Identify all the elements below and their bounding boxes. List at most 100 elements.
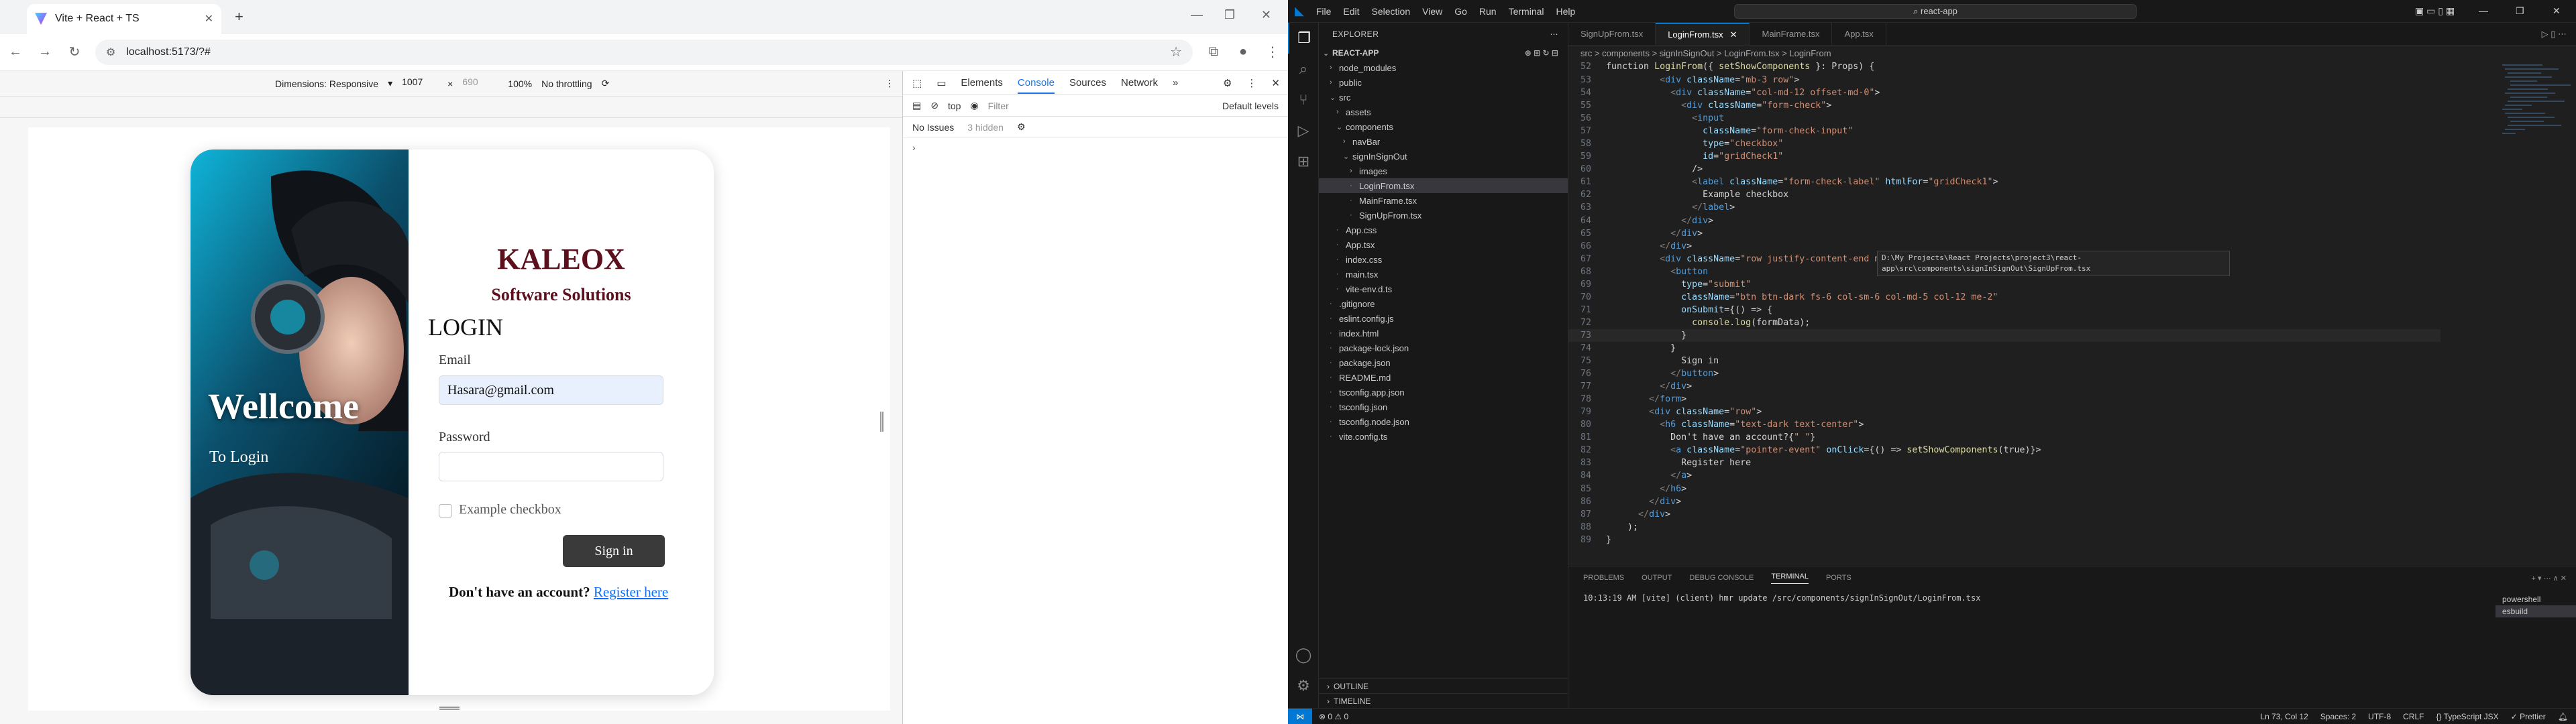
tree-item[interactable]: · package.json [1319, 355, 1568, 370]
context-dropdown[interactable]: top [948, 101, 961, 111]
tree-item[interactable]: › node_modules [1319, 60, 1568, 75]
tree-item[interactable]: · index.html [1319, 326, 1568, 341]
tree-item[interactable]: › public [1319, 75, 1568, 90]
tab-problems[interactable]: PROBLEMS [1583, 574, 1624, 582]
timeline-section[interactable]: › TIMELINE [1319, 693, 1568, 708]
editor-tab-mainframe[interactable]: MainFrame.tsx [1750, 23, 1833, 45]
email-field[interactable] [439, 375, 663, 405]
sidebar-toggle-icon[interactable]: ▤ [912, 100, 921, 111]
tree-item[interactable]: · eslint.config.js [1319, 311, 1568, 326]
tree-item[interactable]: ⌄ signInSignOut [1319, 149, 1568, 164]
example-checkbox[interactable] [439, 504, 452, 518]
sign-in-button[interactable]: Sign in [563, 535, 665, 567]
editor-tab-app[interactable]: App.tsx [1832, 23, 1886, 45]
indentation-status[interactable]: Spaces: 2 [2320, 712, 2356, 721]
minimize-icon[interactable]: — [2479, 5, 2488, 16]
tree-item[interactable]: · App.css [1319, 223, 1568, 237]
filter-input[interactable]: Filter [988, 101, 1009, 111]
tab-debug-console[interactable]: DEBUG CONSOLE [1689, 574, 1754, 582]
close-tab-icon[interactable]: ✕ [1730, 29, 1737, 40]
tab-console[interactable]: Console [1017, 77, 1055, 94]
settings-gear-icon[interactable]: ⚙ [1223, 77, 1232, 89]
menu-run[interactable]: Run [1479, 6, 1497, 17]
tree-item[interactable]: › images [1319, 164, 1568, 178]
layout-icons[interactable]: ▣ ▭ ▯ ▦ [2415, 5, 2455, 17]
tab-output[interactable]: OUTPUT [1642, 574, 1672, 582]
tree-item[interactable]: · tsconfig.app.json [1319, 385, 1568, 400]
panel-actions-icons[interactable]: + ▾ ⋯ ∧ ✕ [2532, 574, 2567, 583]
run-debug-icon[interactable]: ▷ [1288, 115, 1319, 146]
outline-section[interactable]: › OUTLINE [1319, 678, 1568, 693]
tree-item[interactable]: · .gitignore [1319, 296, 1568, 311]
source-control-icon[interactable]: ⑂ [1288, 84, 1319, 115]
more-tabs-icon[interactable]: » [1173, 77, 1178, 88]
device-toggle-icon[interactable]: ▭ [936, 77, 946, 89]
editor-tab-loginfrom[interactable]: LoginFrom.tsx ✕ [1656, 23, 1750, 45]
tree-item[interactable]: · App.tsx [1319, 237, 1568, 252]
levels-dropdown[interactable]: Default levels [1222, 101, 1279, 111]
register-link[interactable]: Register here [594, 584, 668, 600]
inspect-icon[interactable]: ⬚ [912, 77, 922, 89]
minimize-icon[interactable]: — [1191, 8, 1203, 22]
viewport-width-input[interactable]: 1007 [402, 76, 438, 91]
code-editor[interactable]: 53 <div className="mb-3 row"> 54 <div cla… [1568, 74, 2440, 578]
tree-item[interactable]: · vite.config.ts [1319, 429, 1568, 444]
workspace-root[interactable]: ⌄ REACT-APP ⊕ ⊞ ↻ ⊟ [1319, 46, 1568, 60]
close-window-icon[interactable]: ✕ [1261, 8, 1271, 22]
password-field[interactable] [439, 452, 663, 481]
restore-icon[interactable]: ❐ [2516, 5, 2524, 17]
explorer-icon[interactable]: ❐ [1288, 23, 1319, 54]
tree-item[interactable]: · index.css [1319, 252, 1568, 267]
tab-elements[interactable]: Elements [961, 77, 1003, 88]
terminal-item-powershell[interactable]: powershell [2496, 593, 2576, 605]
tree-item[interactable]: · README.md [1319, 370, 1568, 385]
cursor-position[interactable]: Ln 73, Col 12 [2260, 712, 2308, 721]
menu-edit[interactable]: Edit [1343, 6, 1359, 17]
tree-item[interactable]: ⌄ components [1319, 119, 1568, 134]
resize-handle-bottom[interactable] [439, 707, 460, 710]
device-more-icon[interactable]: ⋮ [885, 78, 894, 89]
throttle-dropdown[interactable]: No throttling [541, 78, 592, 89]
tab-network[interactable]: Network [1121, 77, 1158, 88]
menu-file[interactable]: File [1316, 6, 1332, 17]
terminal-output[interactable]: 10:13:19 AM [vite] (client) hmr update /… [1583, 593, 1980, 603]
zoom-dropdown[interactable]: 100% [508, 78, 532, 89]
resize-handle-right[interactable] [880, 412, 883, 432]
clear-console-icon[interactable]: ⊘ [930, 100, 938, 111]
console-prompt-icon[interactable]: › [903, 138, 1288, 157]
editor-actions-icons[interactable]: ▷ ▯ ⋯ [2542, 23, 2576, 45]
menu-terminal[interactable]: Terminal [1509, 6, 1544, 17]
forward-icon[interactable]: → [36, 44, 54, 60]
terminal-item-esbuild[interactable]: esbuild [2496, 605, 2576, 617]
tree-item[interactable]: · MainFrame.tsx [1319, 193, 1568, 208]
manage-gear-icon[interactable]: ⚙ [1288, 670, 1319, 701]
omnibox[interactable]: ⚙ localhost:5173/?# ☆ [95, 39, 1193, 65]
problems-status[interactable]: ⊗ 0 ⚠ 0 [1319, 712, 1348, 721]
encoding-status[interactable]: UTF-8 [2368, 712, 2391, 721]
tree-item[interactable]: · main.tsx [1319, 267, 1568, 282]
devtools-menu-icon[interactable]: ⋮ [1246, 77, 1256, 89]
viewport-height-input[interactable]: 690 [462, 76, 498, 91]
extensions-icon[interactable]: ⧉ [1205, 44, 1222, 60]
bookmark-star-icon[interactable]: ☆ [1170, 44, 1182, 60]
prettier-status[interactable]: ✓ Prettier [2511, 712, 2546, 721]
minimap[interactable] [2496, 60, 2576, 261]
new-tab-icon[interactable]: + [235, 8, 244, 25]
menu-view[interactable]: View [1422, 6, 1442, 17]
live-expression-icon[interactable]: ◉ [970, 100, 978, 111]
breadcrumb[interactable]: src > components > signInSignOut > Login… [1568, 46, 2576, 60]
tree-item[interactable]: · SignUpFrom.tsx [1319, 208, 1568, 223]
explorer-actions-icons[interactable]: ⊕ ⊞ ↻ ⊟ [1525, 48, 1558, 58]
account-icon[interactable]: ◯ [1288, 640, 1319, 670]
tree-item[interactable]: · tsconfig.json [1319, 400, 1568, 414]
profile-icon[interactable]: ● [1234, 44, 1252, 60]
close-tab-icon[interactable]: ✕ [205, 12, 213, 25]
browser-tab[interactable]: Vite + React + TS ✕ [27, 4, 221, 34]
tree-item[interactable]: · LoginFrom.tsx [1319, 178, 1568, 193]
close-window-icon[interactable]: ✕ [2553, 5, 2561, 17]
menu-help[interactable]: Help [1556, 6, 1576, 17]
tab-sources[interactable]: Sources [1069, 77, 1106, 88]
tree-item[interactable]: · tsconfig.node.json [1319, 414, 1568, 429]
site-info-icon[interactable]: ⚙ [106, 46, 115, 59]
menu-selection[interactable]: Selection [1372, 6, 1411, 17]
